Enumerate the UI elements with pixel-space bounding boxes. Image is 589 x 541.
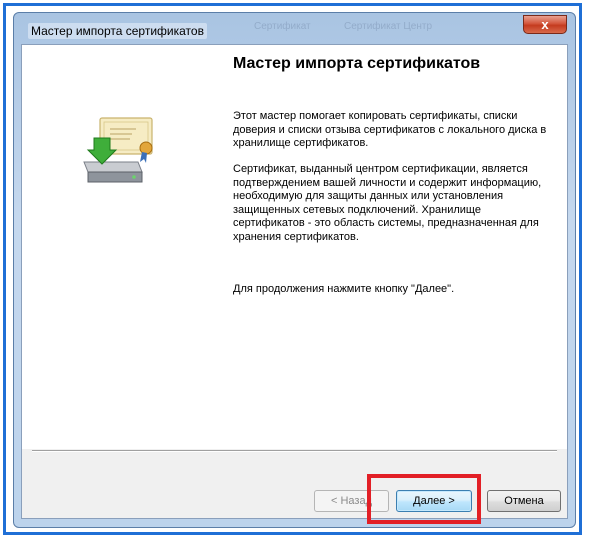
- wizard-side-panel: [22, 45, 219, 449]
- window-title: Мастер импорта сертификатов: [28, 23, 207, 39]
- certificate-install-icon: [83, 117, 153, 183]
- close-icon: x: [541, 17, 549, 32]
- wizard-content: Мастер импорта сертификатов Этот мастер …: [219, 45, 567, 449]
- titlebar[interactable]: Мастер импорта сертификатов Сертификат С…: [14, 13, 575, 45]
- description-paragraph: Сертификат, выданный центром сертификаци…: [233, 163, 542, 243]
- certificate-import-wizard-window: Мастер импорта сертификатов Сертификат С…: [13, 12, 576, 528]
- intro-paragraph: Этот мастер помогает копировать сертифик…: [233, 110, 547, 149]
- next-button-highlight: [367, 474, 481, 524]
- button-separator: [32, 450, 557, 452]
- close-button[interactable]: x: [523, 15, 567, 34]
- background-ghost-text: Сертификат Центр: [344, 21, 433, 32]
- continue-hint: Для продолжения нажмите кнопку "Далее".: [233, 283, 455, 295]
- wizard-body: Мастер импорта сертификатов Этот мастер …: [21, 44, 568, 519]
- wizard-heading: Мастер импорта сертификатов: [233, 55, 481, 72]
- cancel-button[interactable]: Отмена: [487, 490, 561, 512]
- background-ghost-text: Сертификат: [254, 21, 311, 32]
